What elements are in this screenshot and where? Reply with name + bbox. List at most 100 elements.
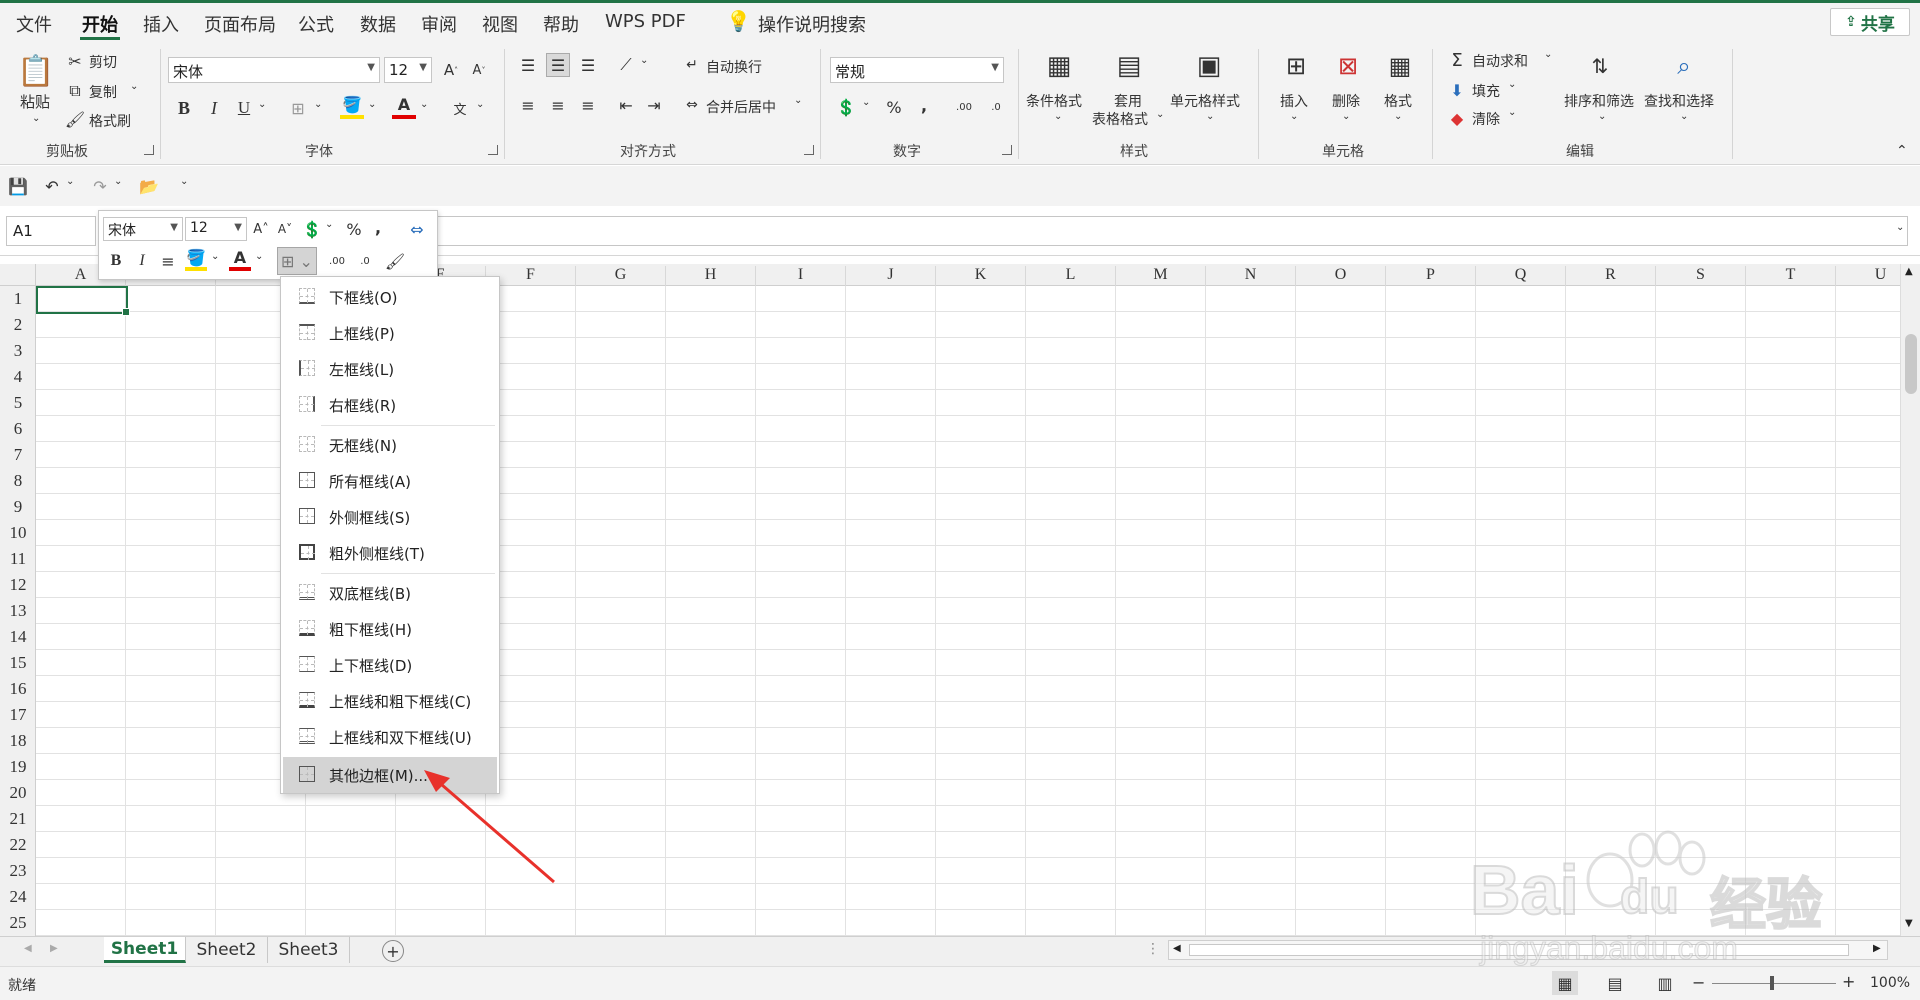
- active-cell-A1[interactable]: [36, 286, 130, 316]
- column-header-k[interactable]: K: [936, 266, 1026, 286]
- align-left-icon[interactable]: ≡: [516, 93, 540, 117]
- row-header-23[interactable]: 23: [0, 861, 36, 881]
- name-box[interactable]: A1: [6, 216, 96, 246]
- accounting-format-icon[interactable]: 💲: [834, 95, 858, 119]
- align-middle-icon[interactable]: ☰: [546, 53, 570, 77]
- row-header-8[interactable]: 8: [0, 471, 36, 491]
- row-header-25[interactable]: 25: [0, 913, 36, 933]
- row-header-5[interactable]: 5: [0, 393, 36, 413]
- delete-cells-button[interactable]: 删除: [1332, 91, 1360, 111]
- scroll-left-icon[interactable]: ◀: [1173, 943, 1181, 954]
- clipboard-launcher-icon[interactable]: [144, 145, 154, 155]
- column-header-m[interactable]: M: [1116, 266, 1206, 286]
- font-color-dropdown-icon[interactable]: ⌄: [420, 99, 428, 110]
- underline-dropdown-icon[interactable]: ⌄: [258, 99, 266, 110]
- delete-dropdown-icon[interactable]: ⌄: [1342, 111, 1350, 122]
- column-header-l[interactable]: L: [1026, 266, 1116, 286]
- orientation-dropdown-icon[interactable]: ⌄: [640, 55, 648, 66]
- menu-item-all-borders[interactable]: 所有框线(A): [283, 463, 497, 499]
- row-header-14[interactable]: 14: [0, 627, 36, 647]
- row-header-24[interactable]: 24: [0, 887, 36, 907]
- undo-dropdown-icon[interactable]: ⌄: [66, 176, 74, 187]
- cell-styles-button[interactable]: 单元格样式: [1170, 91, 1240, 111]
- merge-dropdown-icon[interactable]: ⌄: [794, 95, 802, 106]
- menu-item-top-bottom-border[interactable]: 上下框线(D): [283, 647, 497, 683]
- cell-styles-dropdown-icon[interactable]: ⌄: [1206, 111, 1214, 122]
- sheet-tab-sheet2[interactable]: Sheet2: [186, 937, 268, 963]
- row-header-13[interactable]: 13: [0, 601, 36, 621]
- zoom-out-icon[interactable]: −: [1692, 973, 1705, 992]
- zoom-level[interactable]: 100%: [1870, 975, 1910, 991]
- decrease-font-icon[interactable]: A ˅: [468, 57, 490, 83]
- font-launcher-icon[interactable]: [488, 145, 498, 155]
- sheet-tab-sheet1[interactable]: Sheet1: [104, 937, 186, 963]
- number-format-select[interactable]: 常规 ▼: [830, 57, 1004, 83]
- mini-borders-button[interactable]: ⊞ ⌄: [277, 247, 317, 275]
- merge-center-button[interactable]: 合并后居中: [706, 97, 776, 117]
- autosum-button[interactable]: 自动求和: [1472, 51, 1528, 71]
- increase-decimal-icon[interactable]: .00: [950, 95, 978, 119]
- redo-dropdown-icon[interactable]: ⌄: [114, 176, 122, 187]
- tab-insert[interactable]: 插入: [143, 11, 179, 37]
- format-dropdown-icon[interactable]: ⌄: [1394, 111, 1402, 122]
- borders-dropdown-icon[interactable]: ⌄: [314, 99, 322, 110]
- format-cells-button[interactable]: 格式: [1384, 91, 1412, 111]
- font-color-icon[interactable]: A: [392, 93, 416, 119]
- menu-item-top-thick-bottom-border[interactable]: 上框线和粗下框线(C): [283, 683, 497, 719]
- row-header-3[interactable]: 3: [0, 341, 36, 361]
- row-header-7[interactable]: 7: [0, 445, 36, 465]
- mini-font-color-dropdown-icon[interactable]: ⌄: [255, 251, 263, 262]
- mini-format-painter-icon[interactable]: 🖌: [383, 249, 407, 273]
- expand-formula-icon[interactable]: ⌄: [1896, 222, 1904, 233]
- mini-decrease-decimal-icon[interactable]: .0: [353, 249, 377, 273]
- mini-font-color-icon[interactable]: A: [229, 247, 251, 271]
- column-header-h[interactable]: H: [666, 266, 756, 286]
- menu-item-no-border[interactable]: 无框线(N): [283, 427, 497, 463]
- column-header-g[interactable]: G: [576, 266, 666, 286]
- tab-page-layout[interactable]: 页面布局: [204, 11, 276, 37]
- underline-icon[interactable]: U: [232, 95, 256, 121]
- mini-fill-dropdown-icon[interactable]: ⌄: [211, 251, 219, 262]
- bold-icon[interactable]: B: [172, 95, 196, 121]
- mini-accounting-dropdown-icon[interactable]: ⌄: [325, 219, 333, 230]
- page-layout-view-icon[interactable]: ▤: [1602, 971, 1628, 995]
- paste-dropdown-icon[interactable]: ⌄: [32, 113, 40, 124]
- menu-item-top-border[interactable]: 上框线(P): [283, 315, 497, 351]
- menu-item-thick-outside-borders[interactable]: 粗外侧框线(T): [283, 535, 497, 571]
- redo-icon[interactable]: ↷: [90, 176, 110, 196]
- tab-wps-pdf[interactable]: WPS PDF: [605, 11, 686, 32]
- align-bottom-icon[interactable]: ☰: [576, 53, 600, 77]
- row-header-19[interactable]: 19: [0, 757, 36, 777]
- share-button[interactable]: ⇪ 共享: [1830, 8, 1910, 36]
- mini-percent-icon[interactable]: %: [343, 217, 365, 241]
- paste-button[interactable]: 粘贴: [20, 91, 50, 112]
- row-header-18[interactable]: 18: [0, 731, 36, 751]
- align-right-icon[interactable]: ≡: [576, 93, 600, 117]
- borders-icon[interactable]: ⊞: [286, 95, 310, 121]
- mini-italic-icon[interactable]: I: [131, 249, 153, 273]
- align-top-icon[interactable]: ☰: [516, 53, 540, 77]
- number-launcher-icon[interactable]: [1002, 145, 1012, 155]
- mini-accounting-icon[interactable]: 💲: [301, 217, 323, 241]
- zoom-slider[interactable]: [1712, 983, 1836, 984]
- row-header-2[interactable]: 2: [0, 315, 36, 335]
- copy-dropdown-icon[interactable]: ⌄: [130, 81, 138, 92]
- zoom-in-icon[interactable]: +: [1842, 972, 1855, 991]
- fill-color-icon[interactable]: 🪣: [340, 93, 364, 119]
- mini-merge-icon[interactable]: ⇔: [405, 217, 429, 241]
- row-header-1[interactable]: 1: [0, 289, 36, 309]
- fill-color-dropdown-icon[interactable]: ⌄: [368, 99, 376, 110]
- mini-increase-font-icon[interactable]: A˄: [251, 217, 271, 241]
- menu-item-double-bottom-border[interactable]: 双底框线(B): [283, 575, 497, 611]
- undo-icon[interactable]: ↶: [42, 176, 62, 196]
- column-header-o[interactable]: O: [1296, 266, 1386, 286]
- column-header-t[interactable]: T: [1746, 266, 1836, 286]
- fill-button[interactable]: 填充: [1472, 81, 1500, 101]
- conditional-format-button[interactable]: 条件格式: [1026, 91, 1082, 111]
- cut-button[interactable]: 剪切: [89, 52, 117, 72]
- italic-icon[interactable]: I: [202, 95, 226, 121]
- menu-item-left-border[interactable]: 左框线(L): [283, 351, 497, 387]
- clear-dropdown-icon[interactable]: ⌄: [1508, 107, 1516, 118]
- menu-item-top-double-bottom-border[interactable]: 上框线和双下框线(U): [283, 719, 497, 755]
- add-sheet-icon[interactable]: +: [382, 940, 404, 962]
